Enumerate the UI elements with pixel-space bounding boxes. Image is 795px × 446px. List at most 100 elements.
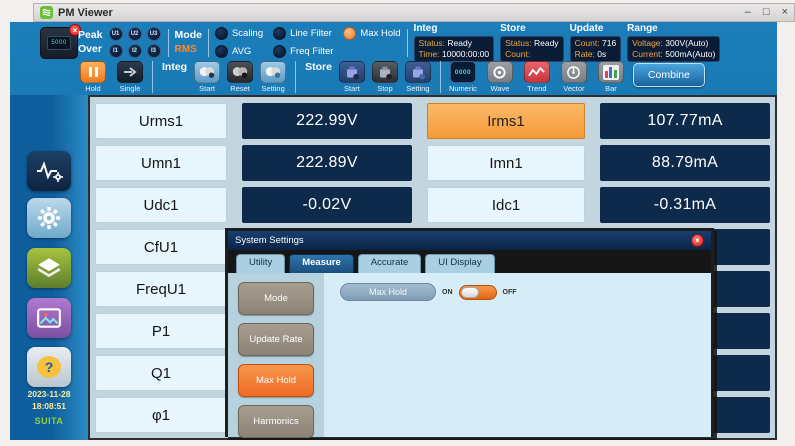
integ-setting-button[interactable]: Setting [258,61,288,93]
status-key: Status: [505,38,531,48]
dialog-nav-button[interactable]: Mode [238,282,314,315]
device-status-icon[interactable]: 5000 × [40,27,78,59]
status-group: Range Voltage: 300V(Auto) Current: 500mA… [627,23,720,61]
divider [168,29,169,57]
status-box: Status: Ready Time: 10000:00:00 [414,36,495,61]
indicator-label: Line Filter [290,28,332,39]
arrow-right-icon [117,61,143,83]
peak-badge: I3 [147,44,161,58]
bar-chart-icon [598,61,624,83]
param-value: 222.99V [242,103,412,139]
integ-group-label: Integ [162,61,187,73]
sidebar-item-settings[interactable] [27,198,71,238]
sidebar-item-help[interactable]: ? [27,347,71,387]
numeric-icon: 0000 [450,61,476,83]
status-groups: Integ Status: Ready Time: 10000:00:00 St… [414,23,721,61]
system-settings-dialog: System Settings × UtilityMeasureAccurate… [225,228,714,437]
view-vector-button[interactable]: Vector [559,61,589,93]
max-hold-toggle[interactable] [459,285,497,300]
param-label[interactable]: Idc1 [427,187,585,223]
time-text: 18:08:51 [10,401,88,413]
store-start-button[interactable]: Start [337,61,367,93]
on-label: ON [442,289,453,296]
indicator-dot-icon [215,45,228,58]
mode-label: Mode [175,29,202,43]
maximize-button[interactable]: □ [763,7,770,18]
sidebar-item-screenshot[interactable] [27,298,71,338]
status-value: 10000:00:00 [442,49,489,59]
indicator: AVG [215,43,263,61]
param-label[interactable]: Irms1 [427,103,585,139]
dialog-tab[interactable]: Measure [289,254,354,273]
view-numeric-button[interactable]: 0000 Numeric [448,61,478,93]
store-setting-button[interactable]: Setting [403,61,433,93]
status-value: 716 [602,38,616,48]
peak-badge: U3 [147,27,161,41]
indicator: Line Filter [273,25,333,43]
peak-over-badges: U1U2U3I1I2I3 [109,27,162,58]
param-label[interactable]: FreqU1 [95,271,227,307]
dialog-tab[interactable]: Accurate [358,254,422,273]
toggle-knob [461,287,479,298]
trend-icon [524,61,550,83]
status-key: Rate: [575,49,595,59]
param-label[interactable]: Urms1 [95,103,227,139]
store-group: Store Start Stop [303,61,433,93]
indicator-label: Max Hold [360,28,400,39]
peak-badge: I1 [109,44,123,58]
dialog-nav-button[interactable]: Max Hold [238,364,314,397]
indicator-label: Scaling [232,28,263,39]
gear-icon [36,205,62,231]
indicator-label: AVG [232,46,251,57]
integ-setting-icon [260,61,286,83]
status-box: Status: Ready Count: [500,36,563,61]
status-key: Status: [419,38,445,48]
sidebar-item-measure-setup[interactable] [27,151,71,191]
param-label[interactable]: P1 [95,313,227,349]
indicator-label: Freq Filter [290,46,333,57]
close-button[interactable]: × [782,7,788,18]
status-group-title: Range [627,23,720,35]
store-stop-icon [372,61,398,83]
hold-button[interactable]: Hold [78,61,108,93]
indicator-dot-icon [343,27,356,40]
peak-over-label: Peak Over [78,29,103,55]
status-key: Count: [505,49,530,59]
integ-start-button[interactable]: Start [192,61,222,93]
off-label: OFF [503,289,517,296]
help-icon: ? [37,356,61,378]
peak-badge: U2 [128,27,142,41]
divider [208,29,209,57]
param-value: 222.89V [242,145,412,181]
dialog-nav: Mode Update Rate Max Hold Harmonics [228,273,324,437]
dialog-tab[interactable]: Utility [236,254,285,273]
dialog-nav-button[interactable]: Harmonics [238,405,314,438]
combine-button[interactable]: Combine [633,63,705,87]
sidebar-item-pages[interactable] [27,248,71,288]
view-bar-button[interactable]: Bar [596,61,626,93]
param-label[interactable]: Udc1 [95,187,227,223]
param-label[interactable]: Q1 [95,355,227,391]
single-button[interactable]: Single [115,61,145,93]
param-label[interactable]: CfU1 [95,229,227,265]
param-label[interactable]: φ1 [95,397,227,433]
indicator-dot-icon [215,27,228,40]
app-logo-icon [40,6,53,19]
dialog-tab[interactable]: UI Display [425,254,494,273]
mode-value: RMS [175,43,202,56]
integ-start-icon [194,61,220,83]
minimize-button[interactable]: – [745,7,751,18]
param-label[interactable]: Umn1 [95,145,227,181]
dialog-close-button[interactable]: × [691,234,704,247]
window-titlebar: PM Viewer – □ × [33,3,795,22]
integ-reset-icon [227,61,253,83]
status-value: Ready [534,38,559,48]
view-trend-button[interactable]: Trend [522,61,552,93]
store-stop-button[interactable]: Stop [370,61,400,93]
param-label[interactable]: Imn1 [427,145,585,181]
integ-reset-button[interactable]: Reset [225,61,255,93]
status-group: Store Status: Ready Count: [500,23,563,61]
clock: 2023-11-28 18:08:51 SUITA [10,389,88,427]
view-wave-button[interactable]: Wave [485,61,515,93]
dialog-nav-button[interactable]: Update Rate [238,323,314,356]
